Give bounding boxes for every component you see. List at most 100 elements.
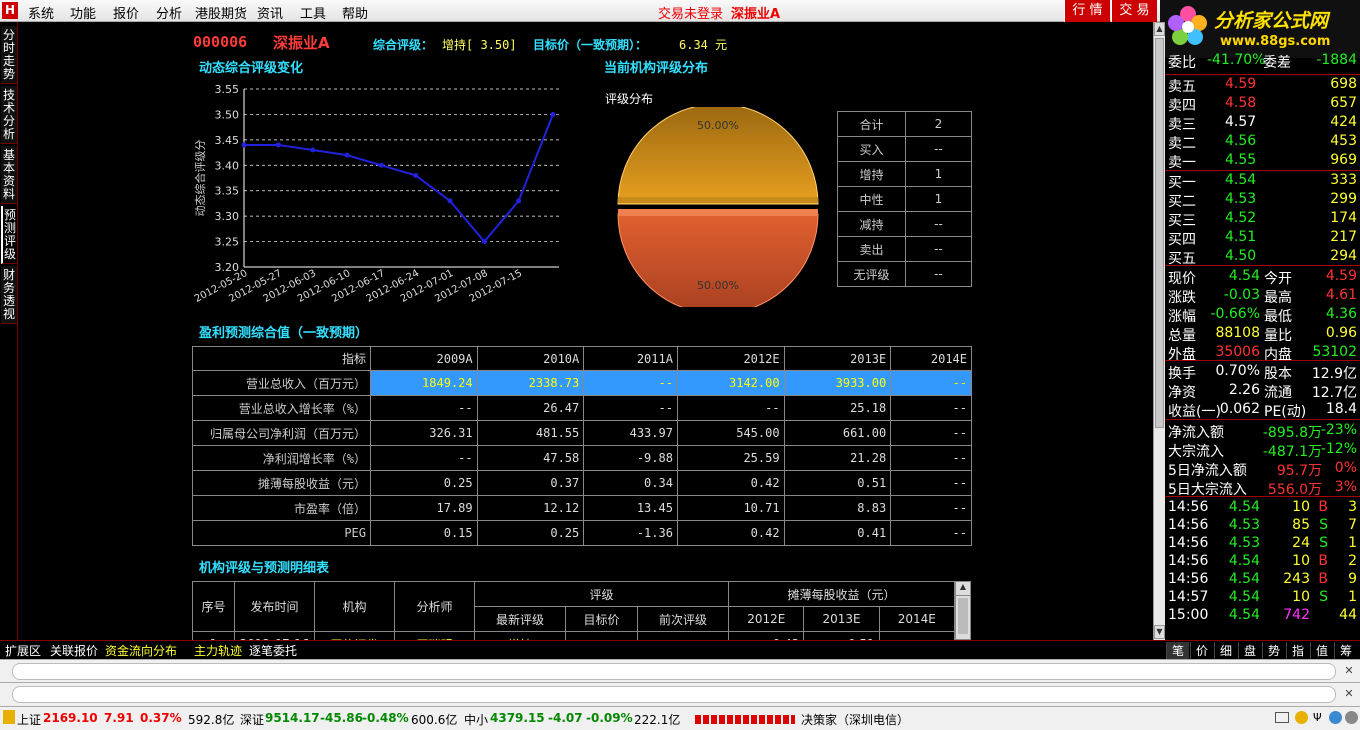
tick-row[interactable]: 14:56 4.54 10 B 3: [1165, 499, 1360, 518]
stat-row[interactable]: 涨幅 -0.66% 最低 4.36: [1165, 306, 1360, 325]
quote-tab[interactable]: 指: [1286, 642, 1309, 659]
ask-row[interactable]: 卖二 4.56 453: [1165, 133, 1360, 152]
close-icon[interactable]: ✕: [1342, 687, 1356, 701]
sh-index-name[interactable]: 上证: [17, 711, 41, 728]
scroll-down-icon[interactable]: ▼: [1154, 625, 1165, 639]
close-icon[interactable]: ✕: [1342, 664, 1356, 678]
stat-row[interactable]: 收益(一) 0.062 PE(动) 18.4: [1165, 401, 1360, 420]
ask-row[interactable]: 卖五 4.59 698: [1165, 76, 1360, 95]
notification-icon[interactable]: [1295, 711, 1308, 724]
column-header[interactable]: 2009A: [370, 346, 478, 371]
table-row[interactable]: 营业总收入增长率（%） -- 26.47 -- -- 25.18 --: [192, 395, 972, 421]
ask-row[interactable]: 卖四 4.58 657: [1165, 95, 1360, 114]
menu-tools[interactable]: 工具: [300, 3, 326, 22]
tick-row[interactable]: 14:56 4.53 85 S 7: [1165, 517, 1360, 536]
tab-main-force[interactable]: 主力轨迹: [192, 642, 244, 659]
col-rating-group: 评级: [473, 581, 730, 607]
server-info[interactable]: 决策家（深圳电信）: [801, 711, 909, 728]
tick-row[interactable]: 15:00 4.54 742 44: [1165, 607, 1360, 626]
help-icon[interactable]: [1329, 711, 1342, 724]
tab-related-quotes[interactable]: 关联报价: [48, 642, 100, 659]
stat-row[interactable]: 现价 4.54 今开 4.59: [1165, 268, 1360, 287]
quote-tab[interactable]: 细: [1214, 642, 1237, 659]
ask-row[interactable]: 卖一 4.55 969: [1165, 152, 1360, 171]
command-input-1[interactable]: [12, 663, 1336, 680]
scroll-thumb[interactable]: [958, 598, 968, 634]
detail-table-scrollbar[interactable]: ▲: [955, 581, 971, 640]
tab-order-by-order[interactable]: 逐笔委托: [247, 642, 299, 659]
mail-icon[interactable]: [1275, 712, 1289, 723]
column-header[interactable]: 2013E: [783, 346, 892, 371]
quote-mode-button[interactable]: 行 情: [1064, 0, 1110, 22]
table-row[interactable]: 归属母公司净利润（百万元） 326.31 481.55 433.97 545.00 661…: [192, 420, 972, 446]
tab-fund-flow[interactable]: 资金流向分布: [103, 642, 179, 659]
trade-login-status[interactable]: 交易未登录: [658, 3, 723, 22]
sz-index-name[interactable]: 深证: [240, 711, 264, 728]
stat-row[interactable]: 换手 0.70% 股本 12.9亿: [1165, 363, 1360, 382]
quote-tab[interactable]: 势: [1262, 642, 1285, 659]
bid-row[interactable]: 买四 4.51 217: [1165, 229, 1360, 248]
label: 净资: [1168, 385, 1196, 401]
tick-row[interactable]: 14:56 4.54 243 B 9: [1165, 571, 1360, 590]
fund-flow-row[interactable]: 大宗流入 -487.1万 -12%: [1165, 441, 1360, 460]
order-ratio-row[interactable]: 委比 -41.70% 委差 -1884: [1165, 52, 1360, 71]
table-row[interactable]: 营业总收入（百万元） 1849.24 2338.73 -- 3142.00 3933.00…: [192, 370, 972, 396]
bid-row[interactable]: 买三 4.52 174: [1165, 210, 1360, 229]
bid-row[interactable]: 买二 4.53 299: [1165, 191, 1360, 210]
quote-tab[interactable]: 价: [1190, 642, 1213, 659]
scroll-thumb[interactable]: [1155, 38, 1164, 428]
main-vertical-scrollbar[interactable]: ▲ ▼: [1153, 22, 1165, 640]
value: 0%: [1334, 460, 1357, 476]
menu-analysis[interactable]: 分析: [156, 3, 182, 22]
menu-function[interactable]: 功能: [70, 3, 96, 22]
column-header[interactable]: 指标: [192, 346, 371, 371]
quote-tab[interactable]: 笔: [1166, 642, 1189, 659]
table-row[interactable]: 市盈率（倍） 17.89 12.12 13.45 10.71 8.83 --: [192, 495, 972, 521]
trade-mode-button[interactable]: 交 易: [1111, 0, 1157, 22]
tab-intraday[interactable]: 分时走势: [1, 26, 17, 84]
table-row[interactable]: 1 2012-07-16 国信证券 区瑞明 增持 -- 0.42 0.51: [192, 631, 956, 640]
command-input-2[interactable]: [12, 686, 1336, 703]
value-cell: 2338.73: [476, 370, 585, 396]
quote-tab[interactable]: 筹: [1334, 642, 1357, 659]
label: 买一: [1168, 175, 1196, 191]
table-row[interactable]: 净利润增长率（%） -- 47.58 -9.88 25.59 21.28 --: [192, 445, 972, 471]
signal-icon[interactable]: Ψ: [1313, 711, 1322, 724]
bid-row[interactable]: 买一 4.54 333: [1165, 172, 1360, 191]
settings-icon[interactable]: [1345, 711, 1358, 724]
zx-index-name[interactable]: 中小: [464, 711, 488, 728]
column-header[interactable]: 2010A: [476, 346, 585, 371]
ask-row[interactable]: 卖三 4.57 424: [1165, 114, 1360, 133]
column-header[interactable]: 2014E: [890, 346, 972, 371]
tick-row[interactable]: 14:57 4.54 10 S 1: [1165, 589, 1360, 608]
table-row[interactable]: PEG 0.15 0.25 -1.36 0.42 0.41 --: [192, 520, 972, 546]
scroll-up-icon[interactable]: ▲: [1154, 22, 1165, 36]
menu-quote[interactable]: 报价: [113, 3, 139, 22]
market-arrow-icon[interactable]: [3, 710, 15, 724]
quote-tab[interactable]: 值: [1310, 642, 1333, 659]
stat-row[interactable]: 总量 88108 量比 0.96: [1165, 325, 1360, 344]
stat-row[interactable]: 涨跌 -0.03 最高 4.61: [1165, 287, 1360, 306]
value-cell: 545.00: [676, 420, 785, 446]
tab-forecast-rating[interactable]: 预测评级: [1, 206, 17, 264]
menu-help[interactable]: 帮助: [342, 3, 368, 22]
tick-row[interactable]: 14:56 4.54 10 B 2: [1165, 553, 1360, 572]
tab-extension[interactable]: 扩展区: [3, 642, 43, 659]
table-row[interactable]: 摊薄每股收益（元） 0.25 0.37 0.34 0.42 0.51 --: [192, 470, 972, 496]
menu-system[interactable]: 系统: [28, 3, 54, 22]
stat-row[interactable]: 净资 2.26 流通 12.7亿: [1165, 382, 1360, 401]
rating-distribution-table: 合计 2 买入 -- 增持 1 中性 1 减持 -- 卖出 -- 无评级 --: [837, 111, 972, 287]
column-header[interactable]: 2012E: [676, 346, 785, 371]
menu-hk-futures[interactable]: 港股期货: [195, 3, 247, 22]
rating-cell: 中性: [837, 186, 906, 212]
quote-tab[interactable]: 盘: [1238, 642, 1261, 659]
fund-flow-row[interactable]: 5日净流入额 95.7万 0%: [1165, 460, 1360, 479]
tab-technical[interactable]: 技术分析: [1, 86, 17, 144]
column-header[interactable]: 2011A: [583, 346, 678, 371]
tab-basic-info[interactable]: 基本资料: [1, 146, 17, 204]
menu-news[interactable]: 资讯: [257, 3, 283, 22]
fund-flow-row[interactable]: 净流入额 -895.8万 -23%: [1165, 422, 1360, 441]
tab-financial[interactable]: 财务透视: [1, 266, 17, 324]
tick-row[interactable]: 14:56 4.53 24 S 1: [1165, 535, 1360, 554]
scroll-up-icon[interactable]: ▲: [956, 582, 970, 596]
